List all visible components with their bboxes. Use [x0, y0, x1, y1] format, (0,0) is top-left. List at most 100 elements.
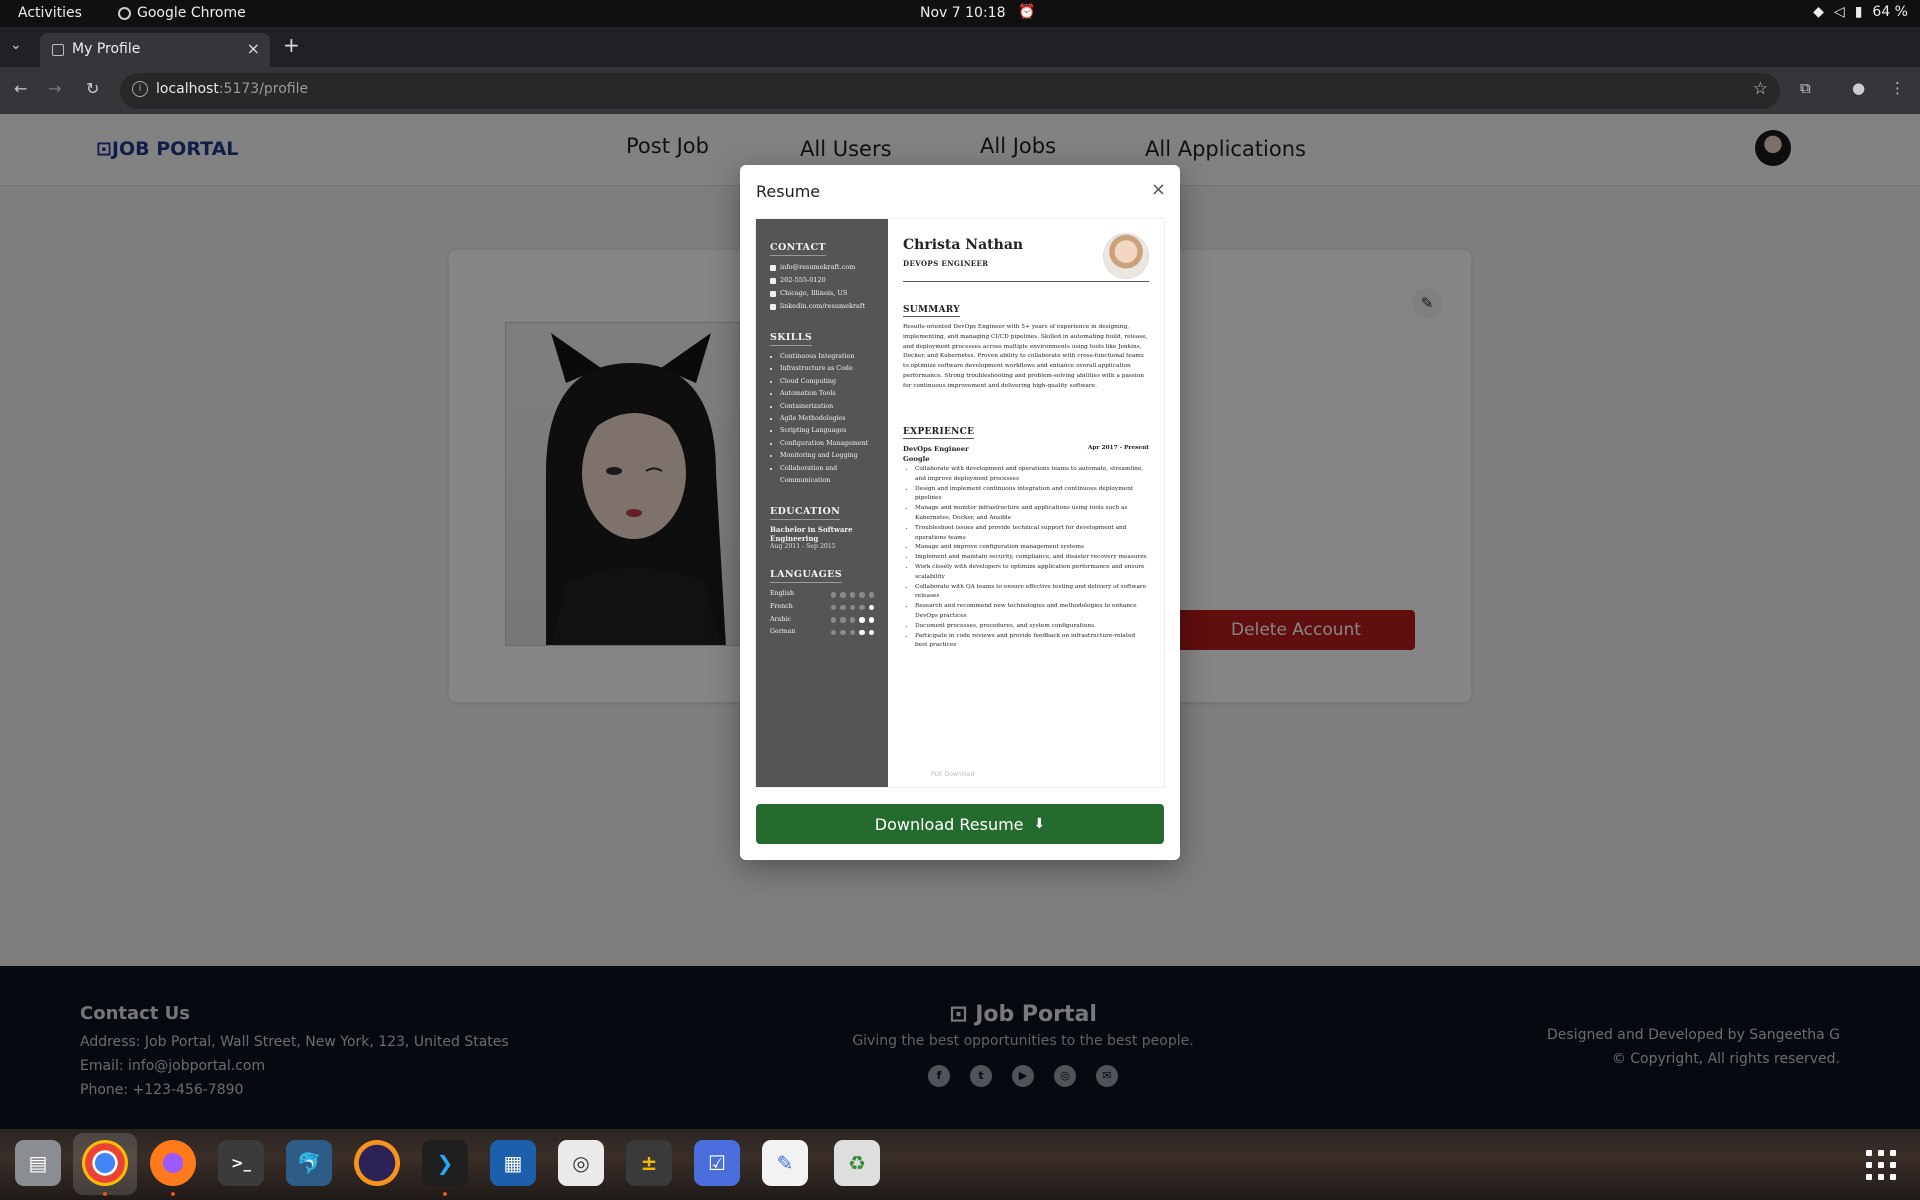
- resume-job-title: DevOps Engineer: [903, 445, 969, 453]
- tab-search-icon[interactable]: ⌄: [10, 37, 22, 53]
- resume-footnote: PDF Download: [931, 771, 975, 778]
- battery-icon: ▮: [1854, 4, 1863, 20]
- list-item: Implement and maintain security, complia…: [915, 553, 1149, 563]
- chrome-icon[interactable]: [82, 1140, 128, 1186]
- list-item: Monitoring and Logging: [780, 450, 874, 462]
- resume-job-dates: Apr 2017 - Present: [1087, 445, 1149, 451]
- text-editor-icon[interactable]: ✎: [762, 1140, 808, 1186]
- resume-skills-heading: SKILLS: [770, 332, 813, 346]
- calculator-icon[interactable]: ±: [626, 1140, 672, 1186]
- tab-my-profile[interactable]: My Profile ×: [40, 33, 270, 67]
- language-name: Arabic: [770, 615, 791, 623]
- list-item: Scripting Languages: [780, 425, 874, 437]
- writer-icon[interactable]: ▦: [490, 1140, 536, 1186]
- close-modal-icon[interactable]: ×: [1151, 179, 1166, 200]
- clock[interactable]: Nov 7 10:18: [920, 5, 1005, 21]
- activities-button[interactable]: Activities: [18, 5, 82, 21]
- list-item: Troubleshoot issues and provide technica…: [915, 524, 1149, 544]
- list-item: Document processes, procedures, and syst…: [915, 622, 1149, 632]
- files-icon[interactable]: ▤: [15, 1140, 61, 1186]
- address-bar[interactable]: i localhost:5173/profile ☆: [120, 73, 1780, 109]
- download-label: Download Resume: [874, 814, 1024, 834]
- resume-email: info@resumekraft.com: [770, 261, 874, 274]
- url-text[interactable]: localhost:5173/profile: [156, 81, 308, 97]
- list-item: Collaborate with development and operati…: [915, 465, 1149, 485]
- download-resume-button[interactable]: Download Resume ⬇: [756, 804, 1164, 844]
- resume-linkedin: linkedin.com/resumekraft: [770, 300, 874, 313]
- language-level: [830, 592, 874, 598]
- language-level: [830, 617, 874, 623]
- bookmark-star-icon[interactable]: ☆: [1753, 79, 1768, 99]
- eclipse-icon[interactable]: [354, 1140, 400, 1186]
- resume-education-heading: EDUCATION: [770, 506, 841, 521]
- favicon-icon: [52, 44, 64, 56]
- menu-icon[interactable]: ⋮: [1890, 79, 1905, 97]
- volume-icon: ◁: [1833, 4, 1845, 20]
- modal-title: Resume: [756, 182, 821, 201]
- language-level: [830, 604, 874, 611]
- system-top-bar: Activities Google Chrome Nov 7 10:18 ⏰ ◆…: [0, 0, 1920, 27]
- list-item: Collaboration and Communication: [780, 463, 874, 488]
- list-item: Containerization: [780, 401, 874, 413]
- vscode-icon[interactable]: ❯: [422, 1140, 468, 1186]
- resume-phone: 202-555-0120: [770, 274, 874, 287]
- language-row: French: [770, 601, 874, 614]
- resume-modal: Resume × CONTACT info@resumekraft.com 20…: [740, 165, 1180, 860]
- reload-icon[interactable]: ↻: [86, 79, 99, 98]
- mail-icon: [770, 264, 776, 271]
- resume-photo: [1103, 233, 1149, 279]
- divider: [903, 281, 1149, 282]
- trash-icon[interactable]: ♻: [834, 1140, 880, 1186]
- list-item: Cloud Computing: [780, 376, 874, 388]
- resume-location: Chicago, Illinois, US: [770, 287, 874, 300]
- firefox-icon[interactable]: [150, 1140, 196, 1186]
- list-item: Collaborate with QA teams to ensure effe…: [915, 583, 1149, 603]
- resume-experience-heading: EXPERIENCE: [903, 427, 975, 439]
- running-indicator: [171, 1192, 175, 1196]
- running-indicator: [443, 1192, 447, 1196]
- site-info-icon[interactable]: i: [132, 81, 148, 97]
- language-name: German: [770, 628, 796, 636]
- resume-degree: Bachelor in Software Engineering: [770, 525, 853, 544]
- forward-icon[interactable]: →: [48, 79, 61, 98]
- list-item: Automation Tools: [780, 388, 874, 400]
- list-item: Manage and improve configuration managem…: [915, 543, 1149, 553]
- system-tray[interactable]: ◆ ◁ ▮ 64 %: [1813, 4, 1908, 20]
- list-item: Research and recommend new technologies …: [915, 602, 1149, 622]
- chrome-icon: [118, 6, 131, 20]
- new-tab-button[interactable]: +: [283, 33, 300, 57]
- show-apps-icon[interactable]: [1866, 1150, 1896, 1180]
- list-item: Manage and monitor infrastructure and ap…: [915, 504, 1149, 524]
- resume-summary-heading: SUMMARY: [903, 305, 960, 317]
- tasks-icon[interactable]: ☑: [694, 1140, 740, 1186]
- tab-strip: ⌄ My Profile × +: [0, 27, 1920, 67]
- language-row: German: [770, 626, 874, 639]
- resume-summary: Results-oriented DevOps Engineer with 5+…: [903, 324, 1148, 389]
- back-icon[interactable]: ←: [14, 79, 27, 98]
- resume-degree-date: Aug 2011 - Sep 2015: [770, 543, 836, 551]
- profile-icon[interactable]: ●: [1852, 79, 1865, 97]
- terminal-icon[interactable]: >_: [218, 1140, 264, 1186]
- list-item: Continuous Integration: [780, 351, 874, 363]
- resume-languages: LANGUAGES English French Arabic German: [770, 562, 874, 638]
- resume-bullets: Collaborate with development and operati…: [903, 465, 1149, 651]
- resume-sidebar: CONTACT info@resumekraft.com 202-555-012…: [756, 219, 888, 787]
- language-name: French: [770, 603, 793, 611]
- extensions-icon[interactable]: ⧉: [1800, 79, 1811, 97]
- app-menu[interactable]: Google Chrome: [118, 5, 246, 21]
- language-row: English: [770, 588, 874, 601]
- resume-main: Christa Nathan DEVOPS ENGINEER SUMMARY R…: [903, 233, 1151, 648]
- mysql-workbench-icon[interactable]: 🐬: [286, 1140, 332, 1186]
- resume-preview[interactable]: CONTACT info@resumekraft.com 202-555-012…: [756, 219, 1164, 787]
- resume-skills: SKILLS Continuous Integration Infrastruc…: [770, 325, 874, 487]
- battery-percent: 64 %: [1872, 4, 1908, 20]
- document-viewer-icon[interactable]: ◎: [558, 1140, 604, 1186]
- alarm-icon: ⏰: [1018, 4, 1036, 20]
- phone-icon: [770, 277, 776, 284]
- resume-company: Google: [903, 455, 930, 463]
- list-item: Agile Methodologies: [780, 413, 874, 425]
- close-tab-icon[interactable]: ×: [247, 39, 260, 58]
- browser-toolbar: ← → ↻ i localhost:5173/profile ☆ ⧉ ● ⋮: [0, 67, 1920, 114]
- list-item: Design and implement continuous integrat…: [915, 485, 1149, 505]
- wifi-icon: ◆: [1813, 4, 1824, 20]
